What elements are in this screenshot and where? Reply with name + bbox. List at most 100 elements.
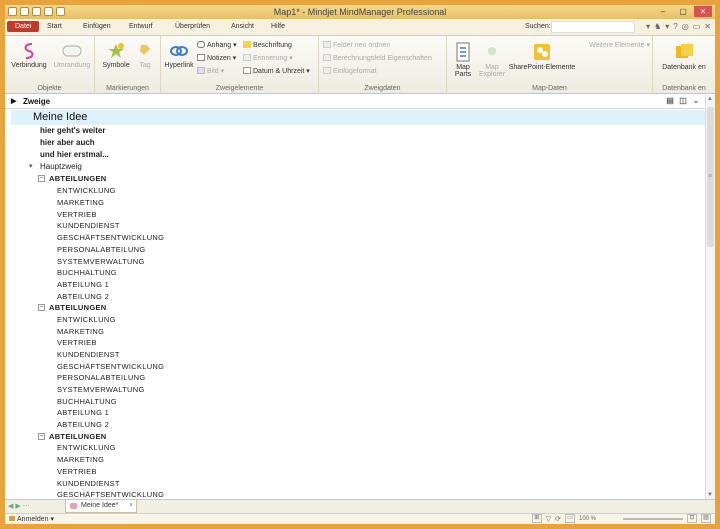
list-item[interactable]: ABTEILUNG 2 [57, 420, 109, 429]
close-doc-icon[interactable]: ✕ [704, 22, 711, 31]
boundary-button[interactable]: Umrandung [51, 42, 93, 69]
map-explorer-button[interactable]: Map Explorer [477, 42, 507, 78]
tab-insert[interactable]: Einfügen [83, 23, 111, 30]
tab-help[interactable]: Hilfe [271, 23, 285, 30]
list-item[interactable]: KUNDENDIENST [57, 221, 120, 230]
list-item[interactable]: ABTEILUNG 1 [57, 408, 109, 417]
close-button[interactable]: ✕ [694, 6, 712, 17]
note-line[interactable]: hier geht's weiter [40, 126, 105, 135]
dropdown-icon[interactable]: ▾ [646, 22, 650, 31]
list-item[interactable]: ENTWICKLUNG [57, 186, 116, 195]
list-item[interactable]: SYSTEMVERWALTUNG [57, 257, 145, 266]
window-title: Map1* - Mindjet MindManager Professional [273, 7, 447, 17]
group-topic[interactable]: ABTEILUNGEN [49, 303, 106, 312]
filter-icon[interactable]: ▤ [665, 96, 675, 106]
back-icon[interactable]: ◀ [8, 502, 13, 510]
list-item[interactable]: PERSONALABTEILUNG [57, 245, 145, 254]
list-item[interactable]: ENTWICKLUNG [57, 443, 116, 452]
alert-button[interactable]: Erinnerung ▾ [243, 54, 293, 62]
document-tab[interactable]: Meine Idee* × [65, 500, 137, 513]
dropdown-icon[interactable]: ▾ [665, 22, 669, 31]
group-markers: Symbole Tag Markierungen [95, 36, 161, 94]
group-topic[interactable]: ABTEILUNGEN [49, 432, 106, 441]
collapse-icon[interactable]: ▶ [11, 97, 16, 105]
tab-start[interactable]: Start [47, 23, 62, 30]
sharepoint-button[interactable]: SharePoint-Elemente [507, 42, 577, 71]
scroll-up-icon[interactable]: ▲ [707, 96, 713, 102]
info-icon[interactable]: ⌄ [691, 96, 701, 106]
list-item[interactable]: MARKETING [57, 327, 104, 336]
note-line[interactable]: und hier erstmal... [40, 150, 109, 159]
list-item[interactable]: GESCHÄFTSENTWICKLUNG [57, 362, 164, 371]
note-line[interactable]: hier aber auch [40, 138, 95, 147]
user-icon[interactable]: ♞ [654, 22, 661, 31]
formula-properties-button[interactable]: Berechnungsfeld Eigenschaften [323, 54, 432, 62]
view-icon[interactable]: ◫ [678, 96, 688, 106]
login-button[interactable]: Anmelden ▾ [9, 515, 54, 523]
close-tab-icon[interactable]: × [129, 502, 133, 509]
list-item[interactable]: ABTEILUNG 1 [57, 280, 109, 289]
symbols-button[interactable]: Symbole [101, 42, 131, 69]
maximize-button[interactable]: ▢ [674, 6, 692, 17]
list-item[interactable]: MARKETING [57, 455, 104, 464]
map-parts-button[interactable]: Map Parts [449, 42, 477, 78]
tab-review[interactable]: Überprüfen [175, 23, 210, 30]
tab-design[interactable]: Entwurf [129, 23, 153, 30]
tag-button[interactable]: Tag [133, 42, 157, 69]
collapse-toggle[interactable]: − [38, 175, 45, 182]
view-mode-icon[interactable]: ▤ [701, 514, 711, 523]
list-item[interactable]: MARKETING [57, 198, 104, 207]
collapse-toggle[interactable]: − [38, 433, 45, 440]
restore-icon[interactable]: ▭ [693, 22, 701, 31]
list-item[interactable]: GESCHÄFTSENTWICKLUNG [57, 490, 164, 499]
list-item[interactable]: BUCHHALTUNG [57, 397, 117, 406]
list-item[interactable]: VERTRIEB [57, 338, 97, 347]
database-icon [676, 44, 693, 58]
collapse-toggle[interactable]: − [38, 304, 45, 311]
tab-view[interactable]: Ansicht [231, 23, 254, 30]
list-item[interactable]: PERSONALABTEILUNG [57, 373, 145, 382]
more-elements-button[interactable]: Weitere Elemente ▾ [589, 41, 650, 49]
expand-toggle[interactable]: ▾ [29, 162, 33, 170]
forward-icon[interactable]: ▶ [15, 502, 20, 510]
help-icon[interactable]: ? [673, 22, 677, 31]
group-topic[interactable]: ABTEILUNGEN [49, 174, 106, 183]
tab-file[interactable]: Datei [7, 21, 40, 32]
list-item[interactable]: ENTWICKLUNG [57, 315, 116, 324]
hyperlink-button[interactable]: Hyperlink [163, 42, 195, 69]
reorder-fields-button[interactable]: Felder neu ordnen [323, 41, 390, 49]
notes-button[interactable]: Notizen ▾ [197, 54, 236, 62]
list-item[interactable]: KUNDENDIENST [57, 350, 120, 359]
list-item[interactable]: VERTRIEB [57, 467, 97, 476]
options-icon[interactable]: ◎ [682, 22, 689, 31]
paperclip-icon [197, 41, 205, 48]
minimize-button[interactable]: – [654, 6, 672, 17]
list-tabs-icon[interactable]: ⋯ [23, 502, 30, 510]
sync-icon[interactable]: ⟳ [555, 515, 561, 523]
list-item[interactable]: KUNDENDIENST [57, 479, 120, 488]
list-item[interactable]: SYSTEMVERWALTUNG [57, 385, 145, 394]
dates-button[interactable]: Datum & Uhrzeit ▾ [243, 67, 310, 75]
zoom-slider[interactable] [623, 517, 683, 520]
layout-icon[interactable]: ▭ [565, 514, 575, 523]
fit-page-icon[interactable]: ⊡ [687, 514, 697, 523]
attachment-button[interactable]: Anhang ▾ [197, 41, 237, 49]
filter-status-icon[interactable]: ▽ [546, 515, 551, 523]
main-branch-topic[interactable]: Hauptzweig [40, 162, 82, 171]
caption-button[interactable]: Beschriftung [243, 41, 292, 49]
vertical-scrollbar[interactable]: ▲ ≡ ▼ [705, 95, 715, 499]
fit-map-icon[interactable]: ⊞ [531, 514, 542, 523]
list-item[interactable]: ABTEILUNG 2 [57, 292, 109, 301]
list-item[interactable]: GESCHÄFTSENTWICKLUNG [57, 233, 164, 242]
insert-format-button[interactable]: Einfügeformat [323, 67, 377, 75]
root-topic[interactable]: Meine Idee [11, 110, 705, 125]
document-tab-bar: ◀ ▶ ⋯ Meine Idee* × [5, 499, 715, 513]
database-button[interactable]: Datenbank en [657, 42, 711, 71]
connection-button[interactable]: Verbindung [9, 42, 49, 69]
search-input[interactable] [551, 21, 635, 33]
image-button[interactable]: Bild ▾ [197, 67, 224, 75]
zoom-level[interactable]: 100 % [579, 516, 619, 522]
list-item[interactable]: VERTRIEB [57, 210, 97, 219]
list-item[interactable]: BUCHHALTUNG [57, 268, 117, 277]
scroll-down-icon[interactable]: ▼ [707, 492, 713, 498]
